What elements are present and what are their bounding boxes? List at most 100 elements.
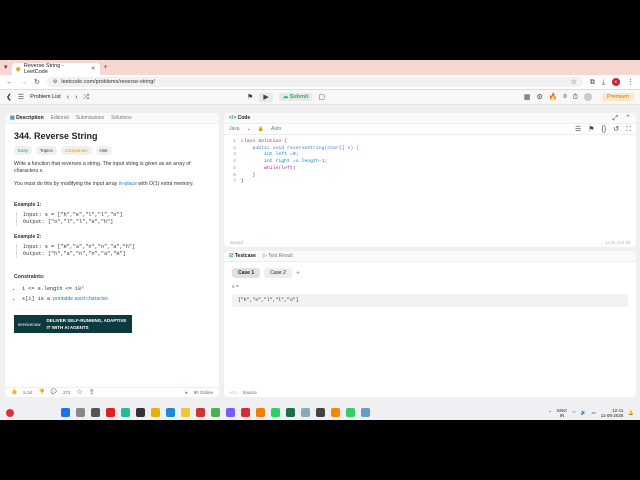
tab-test-result[interactable]: ▷ Test Result bbox=[263, 253, 293, 259]
reset-code-icon[interactable]: ↺ bbox=[613, 126, 619, 133]
search-icon[interactable] bbox=[76, 408, 85, 417]
address-bar[interactable]: ⚙ leetcode.com/problems/reverse-string/ … bbox=[46, 77, 583, 87]
pdf-icon[interactable] bbox=[241, 408, 250, 417]
vlc-icon[interactable] bbox=[331, 408, 340, 417]
run-button[interactable]: ▶ bbox=[259, 92, 273, 102]
notes-icon-editor[interactable]: ☰ bbox=[575, 126, 581, 133]
problem-requirement: You must do this by modifying the input … bbox=[14, 181, 194, 187]
language-select[interactable]: Java bbox=[229, 126, 240, 132]
forward-icon[interactable]: → bbox=[20, 79, 27, 86]
constraints-list: 1 <= s.length <= 10⁵ s[i] is a printable… bbox=[22, 286, 210, 303]
downloads-icon[interactable]: ⤓ bbox=[602, 79, 605, 86]
reload-icon[interactable]: ↻ bbox=[34, 79, 40, 86]
layout-icon[interactable]: ▦ bbox=[524, 94, 531, 101]
add-case-icon[interactable]: + bbox=[296, 268, 300, 278]
clock[interactable]: 12:41 11-08-2025 bbox=[601, 408, 624, 418]
printable-ascii-link[interactable]: printable ascii character bbox=[53, 296, 108, 302]
code-editor[interactable]: 1234567 class Solution { public void rev… bbox=[224, 135, 636, 247]
app-icon[interactable] bbox=[346, 408, 355, 417]
tray-chevron-icon[interactable]: ⌃ bbox=[548, 410, 552, 416]
notepad-icon[interactable] bbox=[301, 408, 310, 417]
edge-icon[interactable] bbox=[166, 408, 175, 417]
language-chevron-icon[interactable]: ⌄ bbox=[247, 126, 251, 132]
code-tab[interactable]: </> Code bbox=[229, 115, 250, 121]
comment-icon[interactable]: 💬 bbox=[51, 390, 57, 395]
tab-search-icon[interactable]: ▾ bbox=[4, 64, 8, 71]
tab-solutions[interactable]: Solutions bbox=[111, 115, 132, 121]
leetcode-topbar: ❮ ☰ Problem List ‹ › ⤮ ⚑ ▶ ☁ Submit ▢ ▦ … bbox=[0, 90, 640, 105]
chrome-icon[interactable] bbox=[151, 408, 160, 417]
topics-tag[interactable]: Topics bbox=[36, 146, 57, 155]
shuffle-icon[interactable]: ⤮ bbox=[83, 94, 89, 101]
streak-icon[interactable]: 🔥 bbox=[549, 94, 558, 101]
tab-editorial[interactable]: Editorial bbox=[51, 115, 69, 121]
browser-menu-icon[interactable]: ⋮ bbox=[627, 79, 634, 86]
settings-icon[interactable]: ⚙ bbox=[536, 94, 542, 101]
bookmark-icon[interactable]: ☆ bbox=[76, 389, 82, 396]
timer-icon[interactable]: ⏱ bbox=[573, 94, 578, 101]
auto-mode-label[interactable]: Auto bbox=[271, 126, 281, 132]
hint-tag[interactable]: Hint bbox=[95, 146, 112, 155]
source-icon[interactable]: </> bbox=[230, 390, 237, 395]
share-icon[interactable]: ⇪ bbox=[89, 389, 95, 396]
testcase-input[interactable]: ["h","e","l","l","o"] bbox=[232, 294, 628, 307]
task-view-icon[interactable] bbox=[91, 408, 100, 417]
browser-tab[interactable]: ◆ Reverse String - LeetCode ✕ bbox=[11, 63, 100, 75]
leetcode-logo-icon[interactable]: ❮ bbox=[6, 94, 12, 101]
tab-submissions[interactable]: Submissions bbox=[76, 115, 104, 121]
case-1-tab[interactable]: Case 1 bbox=[232, 268, 261, 278]
new-tab-icon[interactable]: + bbox=[104, 64, 108, 71]
youtube-icon[interactable] bbox=[106, 408, 115, 417]
git-icon[interactable] bbox=[316, 408, 325, 417]
online-count: 90 Online bbox=[193, 390, 213, 395]
fullscreen-icon[interactable]: ⛶ bbox=[626, 126, 631, 133]
debug-icon[interactable]: ⚑ bbox=[247, 94, 253, 101]
avatar[interactable] bbox=[583, 93, 592, 101]
site-info-icon[interactable]: ⚙ bbox=[53, 79, 57, 85]
ad-banner[interactable]: servicenow DELIVER SELF-RUNNING, ADAPTIV… bbox=[14, 315, 132, 333]
dislike-icon[interactable]: 👎 bbox=[39, 390, 45, 395]
source-link[interactable]: Source bbox=[243, 390, 257, 395]
extensions-icon[interactable]: ⧉ bbox=[590, 79, 595, 86]
whatsapp-icon[interactable] bbox=[271, 408, 280, 417]
close-tab-icon[interactable]: ✕ bbox=[91, 66, 96, 72]
tab-testcase[interactable]: ☑ Testcase bbox=[229, 253, 256, 259]
in-place-link[interactable]: in-place bbox=[119, 181, 137, 187]
notes-icon[interactable]: ▢ bbox=[318, 94, 325, 101]
back-icon[interactable]: ← bbox=[6, 79, 13, 86]
notification-icon[interactable]: 🔔 bbox=[628, 410, 634, 416]
format-code-icon[interactable]: {} bbox=[602, 126, 607, 133]
copilot-icon[interactable] bbox=[226, 408, 235, 417]
start-icon[interactable] bbox=[61, 408, 70, 417]
chrome-app-icon[interactable] bbox=[211, 408, 220, 417]
like-count: 5.1K bbox=[23, 390, 33, 395]
prev-problem-icon[interactable]: ‹ bbox=[67, 94, 69, 101]
wifi-icon[interactable]: ◠ bbox=[572, 410, 576, 416]
next-problem-icon[interactable]: › bbox=[75, 94, 77, 101]
photos-icon[interactable] bbox=[121, 408, 130, 417]
bookmark-star-icon[interactable]: ☆ bbox=[571, 79, 577, 86]
file-explorer-icon[interactable] bbox=[181, 408, 190, 417]
bookmark-editor-icon[interactable]: ⚑ bbox=[588, 126, 594, 133]
companies-tag[interactable]: Companies bbox=[60, 146, 92, 155]
problem-list-icon[interactable]: ☰ bbox=[18, 94, 24, 101]
excel-icon[interactable] bbox=[286, 408, 295, 417]
chrome-profile-icon[interactable] bbox=[256, 408, 265, 417]
weather-icon[interactable] bbox=[6, 408, 14, 417]
profile-avatar-icon[interactable]: K bbox=[612, 78, 620, 86]
example-1-input: Input: s = ["h","e","l","l","o"] bbox=[23, 212, 123, 218]
panel-collapse-icon[interactable]: ⌃ bbox=[625, 115, 631, 122]
submit-button[interactable]: ☁ Submit bbox=[278, 93, 313, 101]
app2-icon[interactable] bbox=[361, 408, 370, 417]
battery-icon[interactable]: ▭ bbox=[591, 410, 595, 416]
like-icon[interactable]: 👍 bbox=[11, 390, 17, 395]
problem-list-link[interactable]: Problem List bbox=[30, 94, 61, 100]
language-indicator[interactable]: ENG IN bbox=[557, 408, 567, 418]
premium-button[interactable]: Premium bbox=[601, 93, 634, 101]
panel-maximize-icon[interactable]: ⤢ bbox=[613, 115, 619, 122]
tab-description[interactable]: ▤ Description bbox=[10, 115, 44, 121]
gmail-icon[interactable] bbox=[196, 408, 205, 417]
store-icon[interactable] bbox=[136, 408, 145, 417]
case-2-tab[interactable]: Case 2 bbox=[264, 268, 292, 278]
volume-icon[interactable]: 🔊 bbox=[581, 410, 587, 416]
